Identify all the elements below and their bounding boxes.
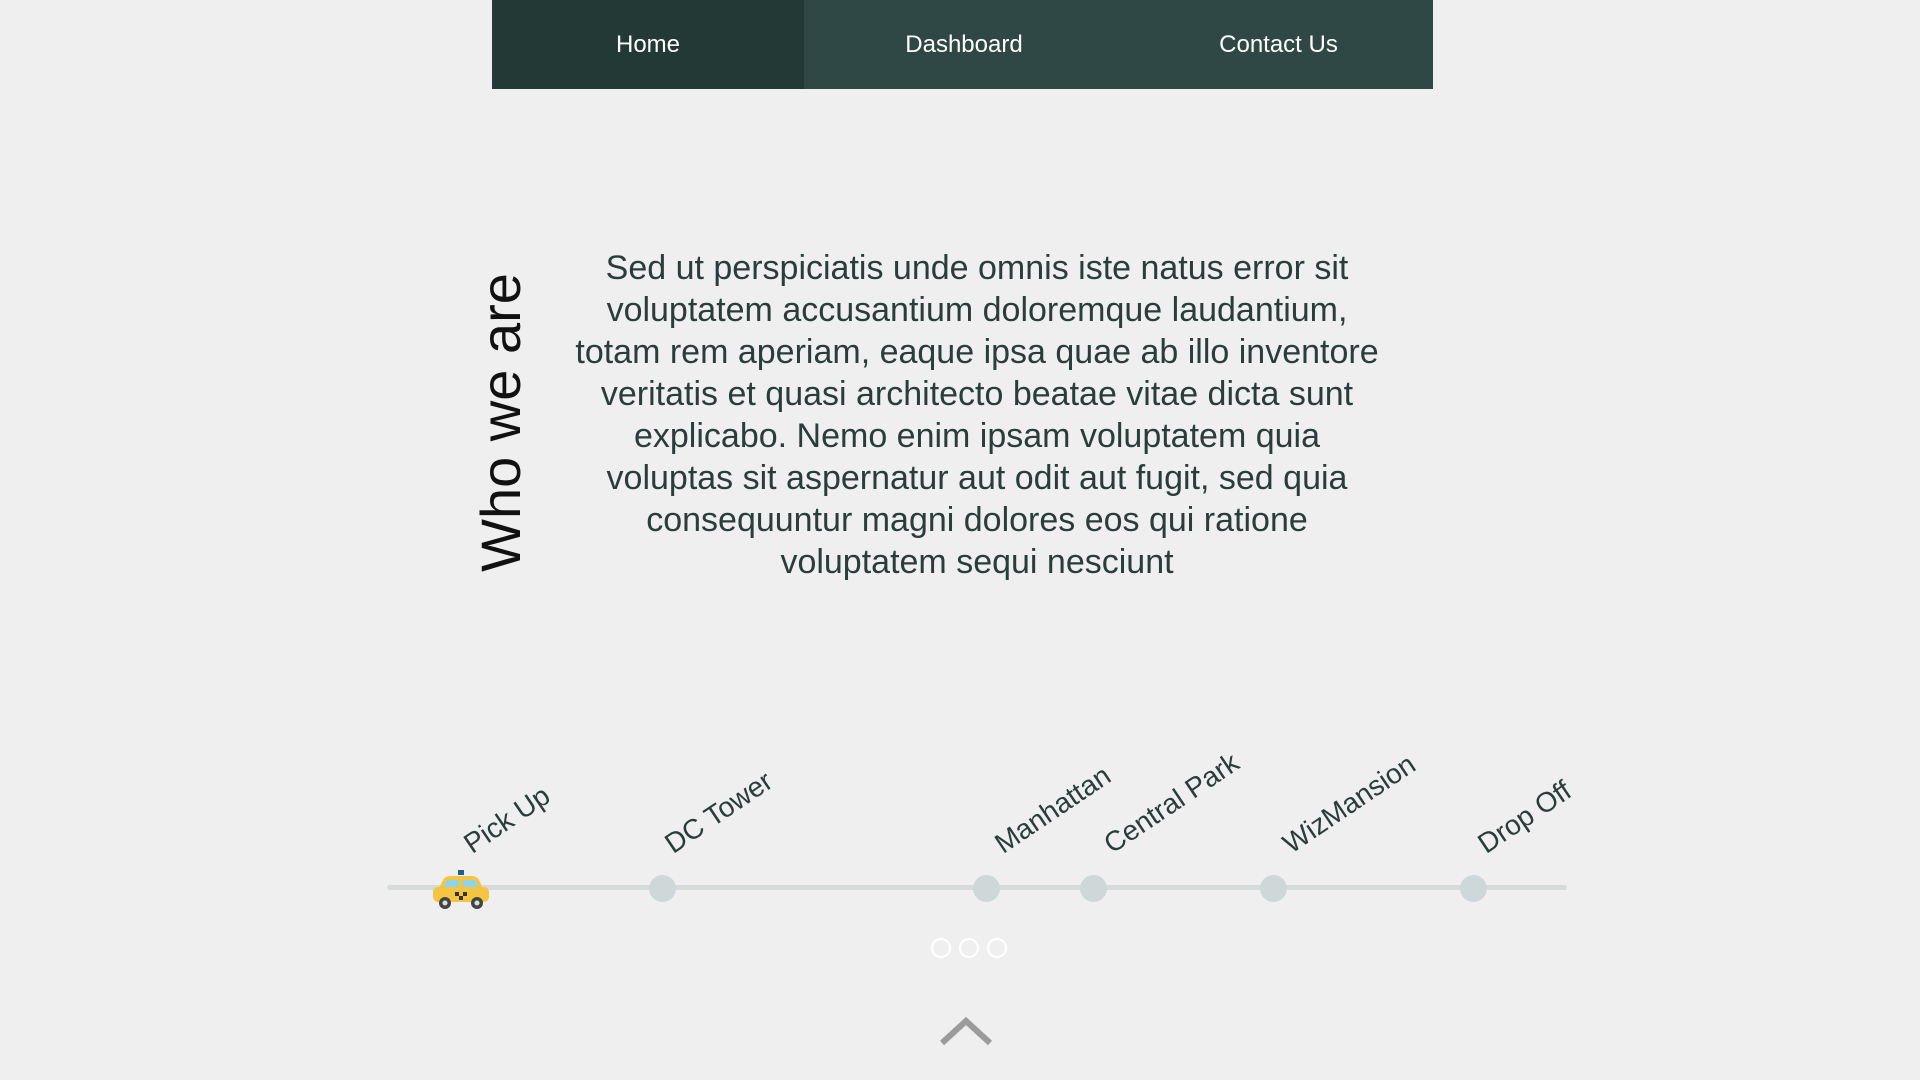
nav-home[interactable]: Home <box>492 0 804 89</box>
timeline-label-dc-tower: DC Tower <box>659 765 778 860</box>
pager-dot-1[interactable] <box>931 938 951 958</box>
carousel-pager <box>931 938 1007 958</box>
timeline-stop-wizmansion[interactable] <box>1260 875 1287 902</box>
nav-dashboard[interactable]: Dashboard <box>804 0 1124 89</box>
pager-dot-3[interactable] <box>987 938 1007 958</box>
section-heading-text: Who we are <box>468 272 532 572</box>
timeline-label-manhattan: Manhattan <box>989 759 1117 860</box>
chevron-up-icon[interactable] <box>938 1015 994 1047</box>
timeline-label-central-park: Central Park <box>1098 746 1245 860</box>
timeline-stop-manhattan[interactable] <box>973 875 1000 902</box>
timeline-stop-dc-tower[interactable] <box>649 875 676 902</box>
section-heading: Who we are <box>468 265 532 579</box>
page: Home Dashboard Contact Us Who we are Sed… <box>0 0 1920 1080</box>
about-paragraph: Sed ut perspiciatis unde omnis iste natu… <box>575 249 1379 581</box>
top-navigation: Home Dashboard Contact Us <box>492 0 1433 89</box>
nav-contact-us[interactable]: Contact Us <box>1124 0 1433 89</box>
timeline-stop-central-park[interactable] <box>1080 875 1107 902</box>
timeline-label-drop-off: Drop Off <box>1472 774 1577 860</box>
timeline-label-wizmansion: WizMansion <box>1277 748 1421 860</box>
pager-dot-2[interactable] <box>959 938 979 958</box>
taxi-icon <box>433 870 489 909</box>
timeline-label-pick-up: Pick Up <box>458 779 556 860</box>
timeline-stop-drop-off[interactable] <box>1460 875 1487 902</box>
